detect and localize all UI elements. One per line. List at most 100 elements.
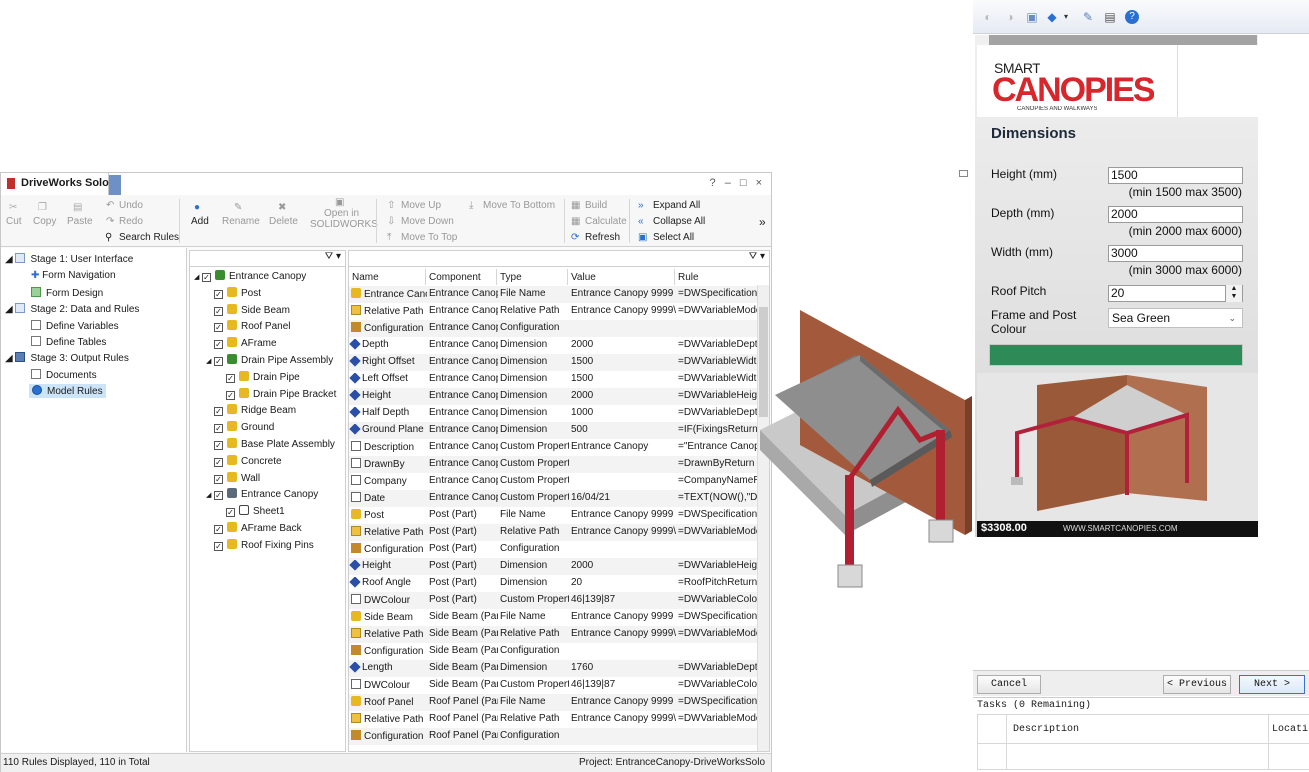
table-cell[interactable]: Dimension bbox=[500, 662, 569, 673]
table-cell[interactable]: Dimension bbox=[500, 424, 569, 435]
table-cell[interactable]: Entrance Canop bbox=[429, 288, 498, 299]
open-in-solidworks-button[interactable]: SOLIDWORKS bbox=[310, 219, 378, 230]
tree-item[interactable]: ✓ Ground bbox=[206, 421, 274, 434]
table-row[interactable]: Ground Plane Entrance Canop Dimension 500 =I… bbox=[349, 422, 760, 439]
column-divider[interactable] bbox=[567, 269, 568, 285]
roof-pitch-stepper[interactable]: 20 bbox=[1108, 285, 1243, 302]
nav-define-variables[interactable]: Define Variables bbox=[31, 320, 119, 332]
table-cell[interactable]: Side Beam (Part bbox=[429, 679, 498, 690]
table-row[interactable]: Company Entrance Canop Custom Property =Com… bbox=[349, 473, 760, 490]
table-cell[interactable]: 1500 bbox=[571, 373, 676, 384]
table-cell[interactable]: Configuration bbox=[349, 322, 427, 334]
table-cell[interactable]: Right Offset bbox=[349, 356, 427, 367]
table-cell[interactable]: =DWVariableDepth bbox=[678, 662, 760, 673]
table-cell[interactable]: Side Beam (Part bbox=[429, 662, 498, 673]
table-cell[interactable]: Custom Property bbox=[500, 458, 569, 469]
table-cell[interactable]: Entrance Canopy bbox=[571, 441, 676, 452]
table-cell[interactable]: Left Offset bbox=[349, 373, 427, 384]
table-cell[interactable]: =DWVariableHeigh bbox=[678, 560, 760, 571]
table-cell[interactable]: Entrance Canop bbox=[429, 373, 498, 384]
grid-filter-bar[interactable]: ⛛ ▾ bbox=[349, 251, 769, 267]
table-cell[interactable]: 16/04/21 bbox=[571, 492, 676, 503]
table-cell[interactable]: =DWVariableColou bbox=[678, 594, 760, 605]
table-cell[interactable]: =DWSpecification bbox=[678, 509, 760, 520]
table-cell[interactable]: Entrance Canopy 9999 bbox=[571, 696, 676, 707]
cut-button[interactable]: Cut bbox=[6, 216, 22, 227]
back-icon[interactable]: ◐ bbox=[981, 10, 995, 24]
open-in-label[interactable]: Open in bbox=[324, 208, 359, 219]
table-cell[interactable]: Dimension bbox=[500, 356, 569, 367]
table-cell[interactable]: =DWVariableMode bbox=[678, 526, 760, 537]
tree-checkbox[interactable]: ✓ bbox=[226, 390, 235, 400]
table-cell[interactable]: Entrance Canop bbox=[429, 407, 498, 418]
table-cell[interactable]: Side Beam (Part bbox=[429, 645, 498, 656]
pitch-spinner-button[interactable]: ▲ ▼ bbox=[1225, 285, 1242, 302]
app-tab[interactable]: DriveWorks Solo bbox=[1, 173, 109, 195]
expand-all-button[interactable]: Expand All bbox=[653, 200, 700, 211]
table-cell[interactable]: Entrance Canop bbox=[429, 424, 498, 435]
table-row[interactable]: Description Entrance Canop Custom Property… bbox=[349, 439, 760, 456]
table-cell[interactable]: =DWVariableDepth bbox=[678, 339, 760, 350]
table-row[interactable]: Roof Angle Post (Part) Dimension 20 =RoofPit… bbox=[349, 575, 758, 592]
table-cell[interactable]: DWColour bbox=[349, 594, 427, 606]
table-cell[interactable]: Entrance Canopy 9999 bbox=[571, 288, 676, 299]
tree-item[interactable]: ✓ Post bbox=[206, 286, 261, 299]
table-cell[interactable]: =DWSpecification bbox=[678, 611, 760, 622]
table-cell[interactable]: Entrance Canopy 9999\S bbox=[571, 526, 676, 537]
table-cell[interactable]: Entrance Canop bbox=[429, 305, 498, 316]
move-up-button[interactable]: Move Up bbox=[401, 200, 441, 211]
table-cell[interactable]: Dimension bbox=[500, 577, 569, 588]
select-all-button[interactable]: Select All bbox=[653, 232, 694, 243]
save-icon[interactable]: ▣ bbox=[1025, 10, 1039, 24]
table-row[interactable]: Configuration Roof Panel (Part Configurati… bbox=[349, 728, 758, 745]
width-input[interactable]: 3000 bbox=[1108, 245, 1243, 262]
table-cell[interactable]: File Name bbox=[500, 696, 569, 707]
table-cell[interactable]: Relative Path bbox=[349, 526, 427, 538]
tree-checkbox[interactable]: ✓ bbox=[226, 508, 235, 518]
table-cell[interactable]: =DrawnByReturn bbox=[678, 458, 760, 469]
table-cell[interactable]: Side Beam (Part bbox=[429, 628, 498, 639]
forward-icon[interactable]: ◑ bbox=[1003, 10, 1017, 24]
depth-input[interactable]: 2000 bbox=[1108, 206, 1243, 223]
table-row[interactable]: Entrance Cano Entrance Canop File Name Entr… bbox=[349, 286, 758, 303]
table-cell[interactable]: Entrance Canop bbox=[429, 339, 498, 350]
nav-define-tables[interactable]: Define Tables bbox=[31, 336, 106, 348]
table-cell[interactable]: Relative Path bbox=[349, 713, 427, 725]
tree-item[interactable]: ✓ Concrete bbox=[206, 454, 282, 467]
table-cell[interactable]: Side Beam (Part bbox=[429, 611, 498, 622]
ribbon-overflow-button[interactable]: » bbox=[759, 215, 766, 229]
table-row[interactable]: Date Entrance Canop Custom Property 16/04/2… bbox=[349, 490, 760, 507]
table-cell[interactable]: Description bbox=[349, 441, 427, 453]
table-cell[interactable]: Post bbox=[349, 509, 427, 521]
search-rules-button[interactable]: Search Rules bbox=[119, 232, 179, 243]
table-cell[interactable]: Relative Path bbox=[500, 628, 569, 639]
expand-arrow-icon[interactable]: ◢ bbox=[206, 357, 214, 365]
table-row[interactable]: DrawnBy Entrance Canop Custom Property =Dra… bbox=[349, 456, 758, 473]
move-down-button[interactable]: Move Down bbox=[401, 216, 454, 227]
table-cell[interactable]: Configuration bbox=[500, 645, 569, 656]
nav-stage-3[interactable]: ◢ Stage 3: Output Rules bbox=[5, 352, 129, 364]
table-cell[interactable]: Post (Part) bbox=[429, 560, 498, 571]
rename-button[interactable]: Rename bbox=[222, 216, 260, 227]
table-cell[interactable]: Entrance Canopy 9999 bbox=[571, 611, 676, 622]
edit-icon[interactable]: ✎ bbox=[1081, 10, 1095, 24]
tree-item[interactable]: ◢ ✓ Drain Pipe Assembly bbox=[206, 354, 333, 366]
tree-checkbox[interactable]: ✓ bbox=[214, 525, 223, 534]
table-cell[interactable]: Dimension bbox=[500, 407, 569, 418]
calculate-button[interactable]: Calculate bbox=[585, 216, 627, 227]
paste-button[interactable]: Paste bbox=[67, 216, 93, 227]
tree-checkbox[interactable]: ✓ bbox=[214, 474, 223, 484]
tree-checkbox[interactable]: ✓ bbox=[214, 541, 223, 551]
table-cell[interactable]: Post (Part) bbox=[429, 577, 498, 588]
table-cell[interactable]: 1000 bbox=[571, 407, 676, 418]
filter-icon[interactable]: ⛛ ▾ bbox=[325, 251, 341, 262]
table-row[interactable]: Configuration Entrance Canop Configuration bbox=[349, 320, 758, 337]
table-cell[interactable]: Entrance Canopy 9999\S bbox=[571, 305, 676, 316]
table-cell[interactable]: Roof Angle bbox=[349, 577, 427, 588]
table-cell[interactable]: Entrance Canopy 9999 bbox=[571, 509, 676, 520]
tree-item[interactable]: ✓ Roof Fixing Pins bbox=[206, 538, 314, 551]
table-cell[interactable]: =RoofPitchReturn bbox=[678, 577, 760, 588]
table-cell[interactable]: Custom Property bbox=[500, 679, 569, 690]
table-cell[interactable]: Relative Path bbox=[500, 526, 569, 537]
table-cell[interactable]: Side Beam bbox=[349, 611, 427, 623]
